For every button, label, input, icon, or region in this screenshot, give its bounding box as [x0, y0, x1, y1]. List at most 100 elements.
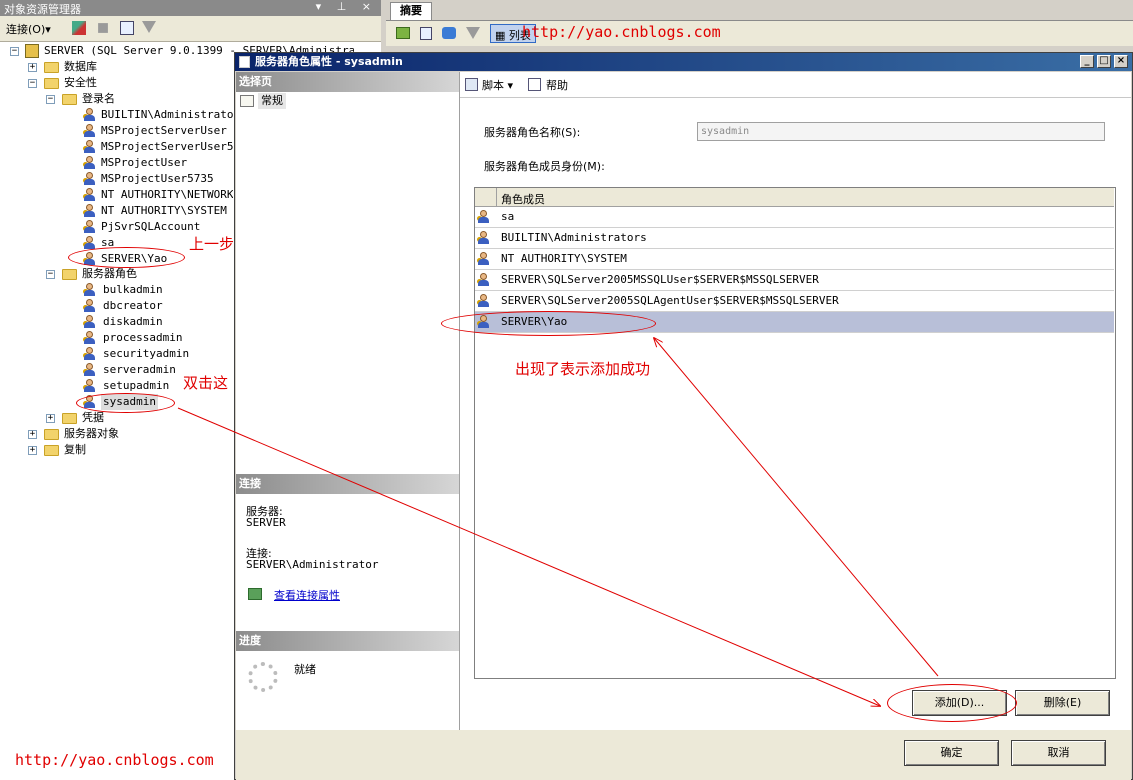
stop-icon[interactable] [98, 23, 108, 33]
tree-node-login[interactable]: MSProjectUser5735 [101, 171, 233, 187]
refresh-icon[interactable] [420, 27, 432, 40]
expand-icon[interactable]: + [28, 63, 37, 72]
progress-spinner-icon [248, 662, 278, 692]
folder-icon [44, 429, 59, 440]
tree-node-server-role[interactable]: bulkadmin [101, 282, 165, 298]
connect-button[interactable]: 连接(O)▾ [6, 21, 51, 37]
user-icon [83, 299, 97, 313]
minimize-icon[interactable]: _ [1080, 55, 1094, 68]
annotation-double-click: 双击这 [183, 374, 229, 392]
server-value: SERVER [246, 516, 286, 529]
help-icon [528, 78, 541, 91]
user-icon [83, 188, 97, 202]
member-name: NT AUTHORITY\SYSTEM [501, 252, 627, 265]
script-icon [465, 78, 478, 91]
collapse-icon[interactable]: − [46, 95, 55, 104]
expand-icon[interactable]: + [28, 430, 37, 439]
member-name: BUILTIN\Administrators [501, 231, 647, 244]
user-icon [83, 347, 97, 361]
user-icon [477, 252, 491, 266]
up-folder-icon[interactable] [396, 27, 410, 39]
panel-window-buttons[interactable]: ▾ ⊥ × [316, 0, 377, 13]
member-name: sa [501, 210, 515, 223]
connection-value: SERVER\Administrator [246, 558, 379, 571]
folder-icon [44, 62, 59, 73]
select-page-header: 选择页 [236, 72, 459, 92]
filter-icon[interactable] [142, 21, 156, 33]
folder-icon [62, 269, 77, 280]
tree-node-server-role[interactable]: setupadmin [101, 378, 171, 394]
folder-icon [62, 413, 77, 424]
connection-properties-icon [248, 588, 262, 600]
collapse-icon[interactable]: − [46, 270, 55, 279]
member-name: SERVER\SQLServer2005SQLAgentUser$SERVER$… [501, 294, 839, 307]
user-icon [477, 294, 491, 308]
tree-node-login[interactable]: MSProjectServerUser [101, 123, 233, 139]
tree-node-replication[interactable]: 复制 [64, 442, 86, 458]
tree-node-login[interactable]: NT AUTHORITY\SYSTEM [101, 203, 233, 219]
server-icon [25, 44, 39, 58]
user-icon [83, 156, 97, 170]
user-icon [83, 204, 97, 218]
annotation-url-bottom: http://yao.cnblogs.com [15, 751, 214, 769]
member-row[interactable]: SERVER\SQLServer2005SQLAgentUser$SERVER$… [475, 291, 1114, 312]
collapse-icon[interactable]: − [28, 79, 37, 88]
remove-button[interactable]: 删除(E) [1015, 690, 1110, 716]
user-icon [477, 210, 491, 224]
annotation-circle-login [68, 247, 185, 268]
tree-node-security[interactable]: 安全性 [64, 75, 97, 91]
tree-node-server-roles[interactable]: 服务器角色 [82, 266, 137, 282]
expand-icon[interactable]: + [28, 446, 37, 455]
folder-icon [44, 78, 59, 89]
sync-icon[interactable] [442, 27, 456, 39]
disconnect-icon[interactable] [72, 21, 86, 35]
script-button[interactable]: 脚本 ▾ [482, 77, 513, 93]
tree-node-credentials[interactable]: 凭据 [82, 410, 104, 426]
role-name-field[interactable] [697, 122, 1105, 141]
tree-node-server-role[interactable]: securityadmin [101, 346, 191, 362]
progress-status: 就绪 [294, 663, 316, 676]
close-icon[interactable]: × [1114, 55, 1128, 68]
tree-node-login[interactable]: MSProjectUser [101, 155, 233, 171]
tree-node-login[interactable]: MSProjectServerUser5735 [101, 139, 233, 155]
tree-node-databases[interactable]: 数据库 [64, 59, 97, 75]
annotation-added-ok: 出现了表示添加成功 [515, 360, 651, 378]
folder-icon [62, 94, 77, 105]
member-row[interactable]: BUILTIN\Administrators [475, 228, 1114, 249]
tree-node-server-role[interactable]: processadmin [101, 330, 184, 346]
expand-icon[interactable]: + [46, 414, 55, 423]
progress-header: 进度 [236, 631, 459, 651]
user-icon [83, 108, 97, 122]
tree-node-server-role[interactable]: serveradmin [101, 362, 178, 378]
page-item-general[interactable]: 常规 [258, 93, 286, 109]
tree-node-server-objects[interactable]: 服务器对象 [64, 426, 119, 442]
dialog-title: 服务器角色属性 - sysadmin [255, 55, 403, 68]
help-button[interactable]: 帮助 [546, 77, 568, 93]
object-explorer-toolbar: 连接(O)▾ [0, 16, 381, 42]
members-label: 服务器角色成员身份(M): [484, 160, 605, 173]
filter-icon[interactable] [466, 27, 480, 39]
refresh-icon[interactable] [120, 21, 134, 35]
column-header-role-member[interactable]: 角色成员 [501, 191, 545, 207]
tree-node-logins[interactable]: 登录名 [82, 91, 115, 107]
tree-node-server-role[interactable]: dbcreator [101, 298, 165, 314]
member-row[interactable]: sa [475, 207, 1114, 228]
tab-summary[interactable]: 摘要 [390, 2, 432, 20]
user-icon [83, 379, 97, 393]
maximize-icon[interactable]: □ [1097, 55, 1111, 68]
tree-node-server-role[interactable]: diskadmin [101, 314, 165, 330]
dialog-icon [239, 56, 250, 68]
tree-node-login[interactable]: BUILTIN\Administrators [101, 107, 233, 123]
ok-button[interactable]: 确定 [904, 740, 999, 766]
connection-header: 连接 [236, 474, 459, 494]
view-connection-properties-link[interactable]: 查看连接属性 [274, 587, 340, 603]
tree-node-login[interactable]: NT AUTHORITY\NETWORK SERVICE [101, 187, 233, 203]
collapse-icon[interactable]: − [10, 47, 19, 56]
member-row[interactable]: NT AUTHORITY\SYSTEM [475, 249, 1114, 270]
annotation-circle-sysadmin [76, 393, 175, 413]
member-row[interactable]: SERVER\SQLServer2005MSSQLUser$SERVER$MSS… [475, 270, 1114, 291]
user-icon [83, 331, 97, 345]
annotation-circle-member [441, 311, 656, 336]
cancel-button[interactable]: 取消 [1011, 740, 1106, 766]
object-explorer-title: 对象资源管理器 [4, 3, 81, 16]
